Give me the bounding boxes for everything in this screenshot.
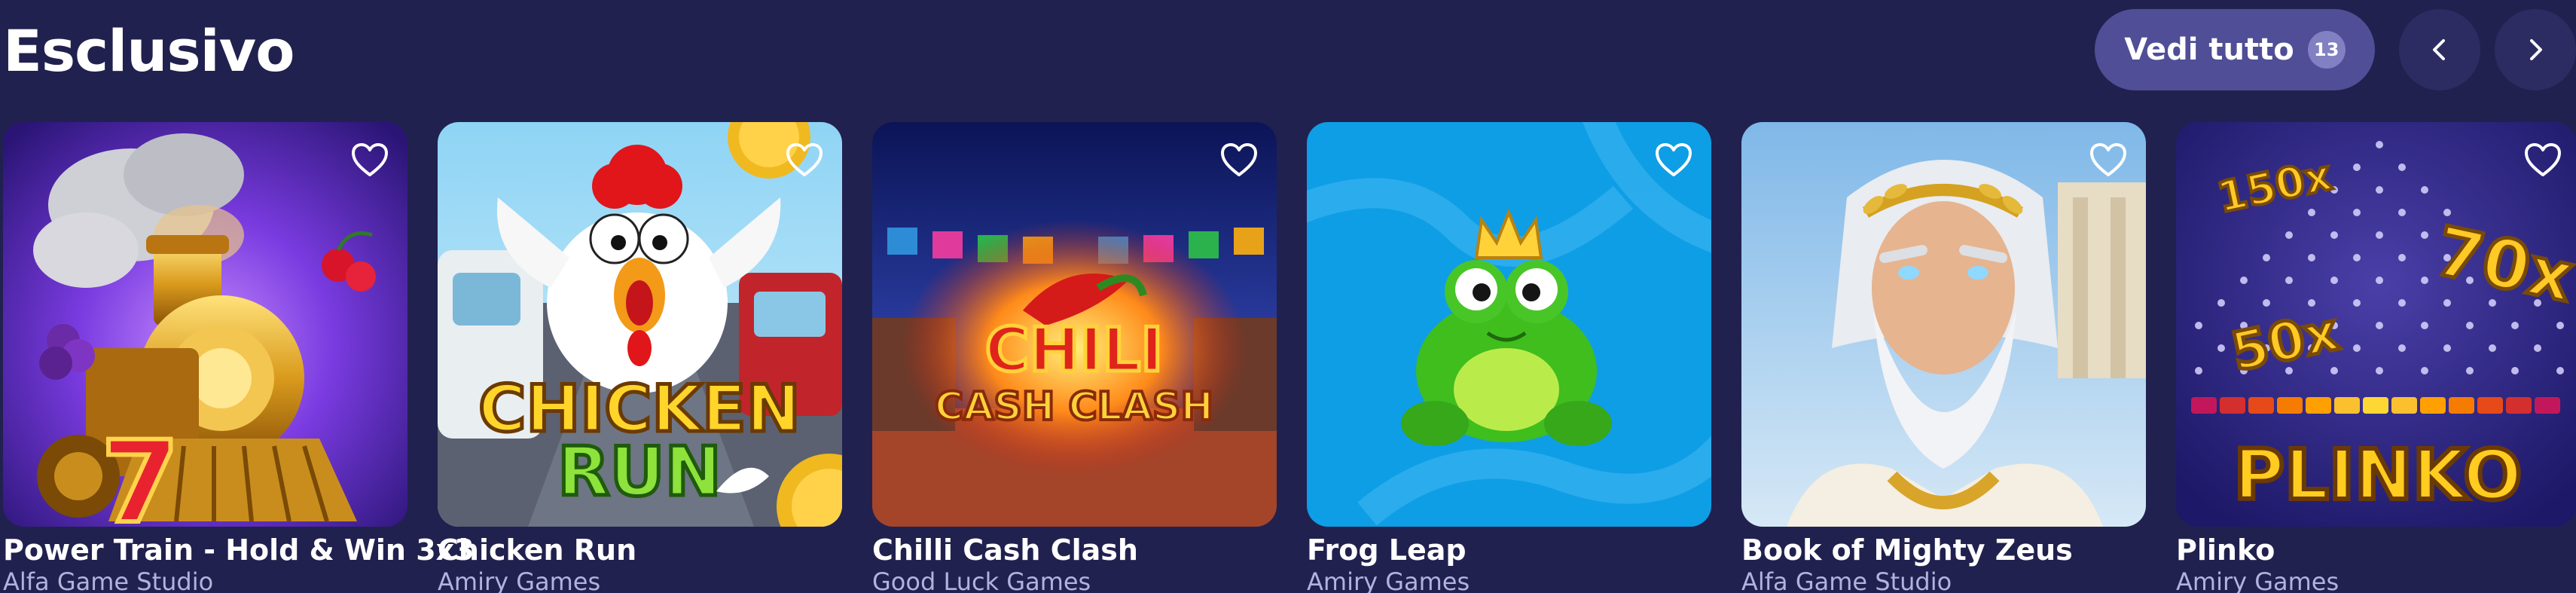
chicken-logo-line-2: RUN	[557, 433, 722, 512]
plinko-artwork: 150x 70x 50x PLINKO	[2176, 122, 2576, 527]
game-card-frog-leap[interactable]: Frog Leap Amiry Games	[1307, 122, 1711, 593]
plinko-logo: PLINKO	[2234, 435, 2523, 515]
power-train-artwork: 7	[3, 122, 407, 527]
game-card-plinko[interactable]: 150x 70x 50x PLINKO Plinko Amiry Games	[2176, 122, 2576, 593]
carousel-next-button[interactable]	[2495, 9, 2576, 90]
game-title[interactable]: Book of Mighty Zeus	[1741, 533, 2146, 567]
view-all-count-badge: 13	[2307, 31, 2346, 69]
favorite-button[interactable]	[2086, 137, 2131, 182]
carousel-prev-button[interactable]	[2399, 9, 2480, 90]
game-provider: Amiry Games	[2176, 567, 2339, 593]
exclusive-games-section: Esclusivo Vedi tutto 13 7 Power Train - …	[0, 0, 2576, 593]
game-title[interactable]: Chilli Cash Clash	[872, 533, 1277, 567]
section-title: Esclusivo	[3, 17, 295, 84]
svg-text:7: 7	[101, 417, 179, 527]
favorite-button[interactable]	[782, 137, 827, 182]
game-card-chicken-run[interactable]: CHICKEN RUN Chicken Run Amiry Games	[438, 122, 842, 593]
chilli-logo-line-2: CASH CLASH	[935, 384, 1213, 429]
game-card-book-of-mighty-zeus[interactable]: Book of Mighty Zeus Alfa Game Studio	[1741, 122, 2146, 593]
mighty-zeus-artwork	[1741, 122, 2146, 527]
heart-outline-icon	[2525, 143, 2561, 176]
view-all-label: Vedi tutto	[2124, 32, 2294, 67]
game-thumbnail[interactable]: CHICKEN RUN	[438, 122, 842, 527]
game-title[interactable]: Frog Leap	[1307, 533, 1711, 567]
game-thumbnail[interactable]	[1307, 122, 1711, 527]
chicken-run-artwork: CHICKEN RUN	[438, 122, 842, 527]
game-title[interactable]: Power Train - Hold & Win 3x3	[3, 533, 475, 567]
frog-leap-artwork	[1307, 122, 1711, 527]
view-all-button[interactable]: Vedi tutto 13	[2095, 9, 2375, 90]
heart-outline-icon	[786, 143, 823, 176]
game-provider: Alfa Game Studio	[3, 567, 214, 593]
game-card-power-train[interactable]: 7 Power Train - Hold & Win 3x3 Alfa Game…	[3, 122, 475, 593]
game-thumbnail[interactable]: 150x 70x 50x PLINKO	[2176, 122, 2576, 527]
game-provider: Alfa Game Studio	[1741, 567, 1952, 593]
game-thumbnail[interactable]: 7	[3, 122, 407, 527]
game-title[interactable]: Plinko	[2176, 533, 2576, 567]
game-card-chilli-cash-clash[interactable]: CHILI CASH CLASH Chilli Cash Clash Good …	[872, 122, 1277, 593]
heart-outline-icon	[1221, 143, 1257, 176]
game-provider: Good Luck Games	[872, 567, 1091, 593]
chevron-right-icon	[2530, 39, 2542, 60]
favorite-button[interactable]	[1216, 137, 1262, 182]
game-provider: Amiry Games	[1307, 567, 1470, 593]
favorite-button[interactable]	[2520, 137, 2565, 182]
heart-outline-icon	[352, 143, 388, 176]
game-provider: Amiry Games	[438, 567, 601, 593]
heart-outline-icon	[2090, 143, 2126, 176]
game-thumbnail[interactable]	[1741, 122, 2146, 527]
game-title[interactable]: Chicken Run	[438, 533, 842, 567]
chilli-logo-line-1: CHILI	[985, 315, 1163, 385]
favorite-button[interactable]	[1651, 137, 1696, 182]
chevron-left-icon	[2433, 39, 2445, 60]
game-thumbnail[interactable]: CHILI CASH CLASH	[872, 122, 1277, 527]
heart-outline-icon	[1656, 143, 1692, 176]
favorite-button[interactable]	[347, 137, 392, 182]
chilli-cash-clash-artwork: CHILI CASH CLASH	[872, 122, 1277, 527]
